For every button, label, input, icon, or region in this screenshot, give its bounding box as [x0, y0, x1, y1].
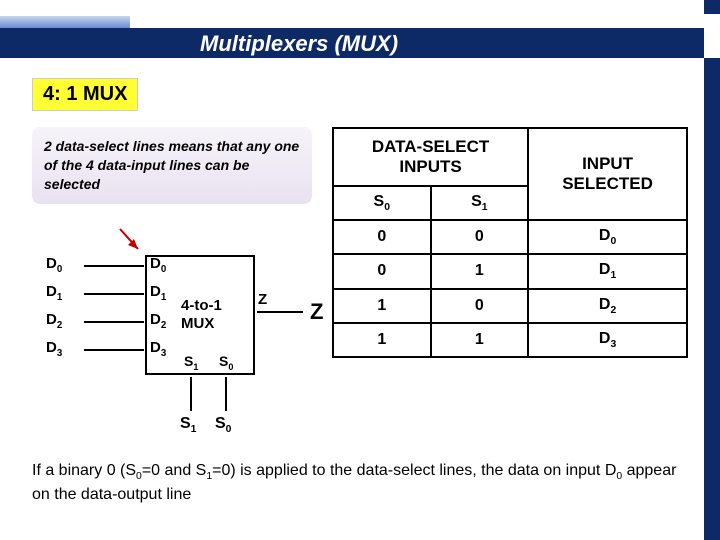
cell-s1: 0 [431, 289, 529, 323]
pin-label-d3: D3 [46, 339, 62, 359]
cell-out: D2 [528, 289, 687, 323]
header: Multiplexers (MUX) [0, 14, 720, 58]
table-row: 0 1 D1 [333, 254, 687, 288]
bt-pre: If a binary 0 (S [32, 462, 136, 479]
wire-s1 [190, 377, 192, 411]
pin-label-d2: D2 [46, 311, 62, 331]
pin-inner-s0: S0 [219, 353, 233, 372]
header-accent [0, 16, 130, 28]
th-s1: S1 [431, 186, 529, 220]
section-heading: 4: 1 MUX [32, 78, 138, 111]
wire-s0 [225, 377, 227, 411]
pin-label-s0: S0 [215, 415, 231, 435]
cell-s1: 1 [431, 254, 529, 288]
wire-d1 [84, 293, 144, 313]
description-box: 2 data-select lines means that any one o… [32, 127, 312, 204]
pin-inner-s1: S1 [184, 353, 198, 372]
bt-m1: =0 and S [142, 462, 207, 479]
th-s0: S0 [333, 186, 431, 220]
pin-label-d0: D0 [46, 255, 62, 275]
wire-z [257, 311, 303, 313]
arrow-icon [116, 227, 146, 257]
cell-s0: 0 [333, 220, 431, 254]
truth-table-wrap: DATA-SELECT INPUTS INPUT SELECTED S0 S1 … [332, 127, 688, 358]
pin-label-d1: D1 [46, 283, 62, 303]
table-row: 0 0 D0 [333, 220, 687, 254]
truth-table: DATA-SELECT INPUTS INPUT SELECTED S0 S1 … [332, 127, 688, 358]
pin-inner-d1: D1 [150, 283, 166, 303]
pin-label-s1: S1 [180, 415, 196, 435]
mux-label-line1: 4-to-1 [181, 297, 222, 314]
cell-s0: 1 [333, 323, 431, 357]
page-title: Multiplexers (MUX) [200, 31, 398, 57]
th-input-selected: INPUT SELECTED [528, 128, 687, 220]
cell-out: D3 [528, 323, 687, 357]
mux-label: 4-to-1 MUX [181, 297, 222, 333]
cell-out: D1 [528, 254, 687, 288]
table-row: 1 1 D3 [333, 323, 687, 357]
bt-m2: =0) is applied to the data-select lines,… [212, 462, 616, 479]
cell-s1: 0 [431, 220, 529, 254]
cell-s1: 1 [431, 323, 529, 357]
table-row: 1 0 D2 [333, 289, 687, 323]
pin-inner-d2: D2 [150, 311, 166, 331]
cell-out: D0 [528, 220, 687, 254]
pin-label-z: Z [258, 291, 267, 308]
pin-inner-d3: D3 [150, 339, 166, 359]
th-data-select: DATA-SELECT INPUTS [333, 128, 528, 186]
mux-diagram: 4-to-1 MUX D0 D0 D1 D1 D2 D2 D3 D3 Z Z S… [40, 245, 330, 425]
cell-s0: 0 [333, 254, 431, 288]
wire-d0 [84, 265, 144, 285]
wire-d3 [84, 349, 144, 369]
side-accent [704, 0, 720, 540]
bottom-text: If a binary 0 (S0=0 and S1=0) is applied… [32, 460, 688, 506]
mux-label-line2: MUX [181, 315, 214, 332]
title-bar: Multiplexers (MUX) [0, 28, 704, 58]
pin-inner-d0: D0 [150, 255, 166, 275]
wire-d2 [84, 321, 144, 341]
cell-s0: 1 [333, 289, 431, 323]
output-z: Z [310, 299, 323, 325]
